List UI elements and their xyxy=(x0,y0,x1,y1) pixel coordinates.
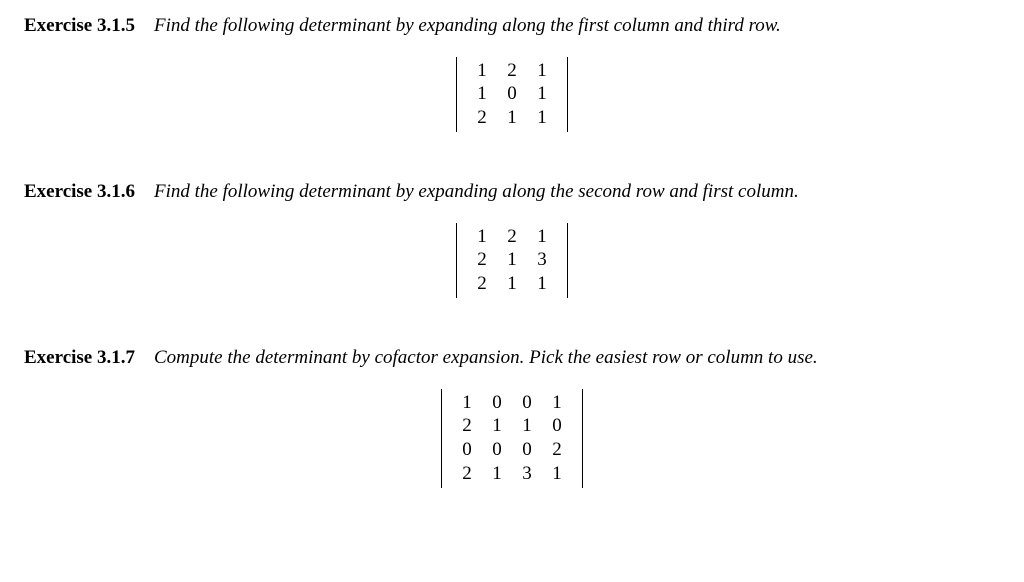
matrix-cell: 1 xyxy=(467,82,497,106)
matrix-row: 2 1 1 0 xyxy=(452,414,572,438)
matrix-cell: 1 xyxy=(497,248,527,272)
matrix-row: 1 0 1 xyxy=(467,82,557,106)
matrix: 1 0 0 1 2 1 1 0 0 0 0 2 xyxy=(452,391,572,486)
matrix-cell: 1 xyxy=(467,225,497,249)
matrix-cell: 1 xyxy=(527,272,557,296)
matrix-cell: 0 xyxy=(542,414,572,438)
matrix: 1 2 1 2 1 3 2 1 1 xyxy=(467,225,557,296)
matrix-container: 1 2 1 2 1 3 2 1 1 xyxy=(24,223,1000,298)
exercise-label: Exercise 3.1.6 xyxy=(24,181,135,202)
matrix-cell: 2 xyxy=(467,248,497,272)
matrix-row: 1 2 1 xyxy=(467,59,557,83)
matrix-cell: 1 xyxy=(482,462,512,486)
exercise-316: Exercise 3.1.6 Find the following determ… xyxy=(24,180,1000,298)
matrix-row: 2 1 1 xyxy=(467,106,557,130)
matrix-row: 1 0 0 1 xyxy=(452,391,572,415)
matrix-cell: 2 xyxy=(452,414,482,438)
exercise-heading: Exercise 3.1.5 Find the following determ… xyxy=(24,14,1000,39)
matrix-container: 1 2 1 1 0 1 2 1 1 xyxy=(24,57,1000,132)
matrix-cell: 0 xyxy=(482,391,512,415)
matrix-cell: 1 xyxy=(527,82,557,106)
matrix-cell: 1 xyxy=(467,59,497,83)
matrix-cell: 1 xyxy=(527,59,557,83)
exercise-label: Exercise 3.1.7 xyxy=(24,347,135,368)
matrix-cell: 0 xyxy=(512,438,542,462)
matrix-cell: 0 xyxy=(497,82,527,106)
matrix-cell: 2 xyxy=(542,438,572,462)
matrix-cell: 2 xyxy=(467,106,497,130)
exercise-label: Exercise 3.1.5 xyxy=(24,15,135,36)
matrix-cell: 1 xyxy=(497,106,527,130)
determinant-bars: 1 0 0 1 2 1 1 0 0 0 0 2 xyxy=(441,389,583,488)
exercise-317: Exercise 3.1.7 Compute the determinant b… xyxy=(24,346,1000,488)
matrix-row: 2 1 3 1 xyxy=(452,462,572,486)
page: Exercise 3.1.5 Find the following determ… xyxy=(0,0,1024,488)
matrix: 1 2 1 1 0 1 2 1 1 xyxy=(467,59,557,130)
matrix-cell: 3 xyxy=(512,462,542,486)
matrix-row: 2 1 1 xyxy=(467,272,557,296)
matrix-cell: 1 xyxy=(527,106,557,130)
matrix-cell: 2 xyxy=(497,225,527,249)
matrix-cell: 0 xyxy=(512,391,542,415)
matrix-cell: 1 xyxy=(497,272,527,296)
matrix-cell: 2 xyxy=(467,272,497,296)
matrix-row: 2 1 3 xyxy=(467,248,557,272)
exercise-prompt: Compute the determinant by cofactor expa… xyxy=(154,347,818,368)
matrix-cell: 0 xyxy=(482,438,512,462)
exercise-heading: Exercise 3.1.7 Compute the determinant b… xyxy=(24,346,1000,371)
exercise-prompt: Find the following determinant by expand… xyxy=(154,15,781,36)
matrix-cell: 2 xyxy=(497,59,527,83)
matrix-cell: 1 xyxy=(542,391,572,415)
matrix-cell: 1 xyxy=(482,414,512,438)
matrix-cell: 3 xyxy=(527,248,557,272)
exercise-heading: Exercise 3.1.6 Find the following determ… xyxy=(24,180,1000,205)
exercise-315: Exercise 3.1.5 Find the following determ… xyxy=(24,14,1000,132)
matrix-cell: 1 xyxy=(452,391,482,415)
matrix-cell: 1 xyxy=(512,414,542,438)
determinant-bars: 1 2 1 1 0 1 2 1 1 xyxy=(456,57,568,132)
matrix-row: 0 0 0 2 xyxy=(452,438,572,462)
matrix-cell: 2 xyxy=(452,462,482,486)
matrix-cell: 1 xyxy=(527,225,557,249)
matrix-row: 1 2 1 xyxy=(467,225,557,249)
matrix-cell: 0 xyxy=(452,438,482,462)
determinant-bars: 1 2 1 2 1 3 2 1 1 xyxy=(456,223,568,298)
matrix-cell: 1 xyxy=(542,462,572,486)
exercise-prompt: Find the following determinant by expand… xyxy=(154,181,799,202)
matrix-container: 1 0 0 1 2 1 1 0 0 0 0 2 xyxy=(24,389,1000,488)
